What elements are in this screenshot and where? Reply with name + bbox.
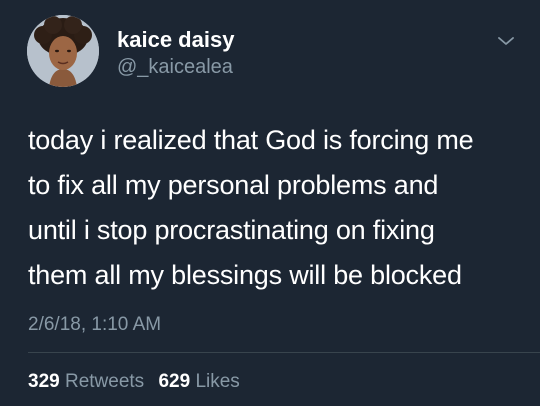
tweet-text: today i realized that God is forcing me …: [28, 118, 528, 298]
avatar[interactable]: [27, 15, 99, 87]
tweet-text-line: until i stop procrastinating on fixing: [28, 215, 435, 245]
tweet-text-line: them all my blessings will be blocked: [28, 260, 462, 290]
retweets-label: Retweets: [64, 371, 145, 392]
divider: [28, 352, 540, 353]
tweet-text-line: today i realized that God is forcing me: [28, 125, 474, 155]
user-handle[interactable]: @_kaicealea: [117, 56, 233, 79]
display-name[interactable]: kaice daisy: [117, 27, 234, 53]
likes-stat[interactable]: 629 Likes: [158, 371, 239, 392]
chevron-down-icon[interactable]: [496, 34, 516, 48]
likes-count: 629: [158, 371, 191, 392]
avatar-image: [27, 15, 99, 87]
tweet-timestamp[interactable]: 2/6/18, 1:10 AM: [28, 314, 161, 336]
retweets-stat[interactable]: 329 Retweets: [28, 371, 144, 392]
tweet-card: kaice daisy @_kaicealea today i realized…: [0, 0, 540, 406]
tweet-text-line: to fix all my personal problems and: [28, 170, 439, 200]
retweets-count: 329: [28, 371, 60, 392]
tweet-stats: 329 Retweets 629 Likes: [28, 371, 249, 393]
likes-label: Likes: [195, 371, 240, 392]
